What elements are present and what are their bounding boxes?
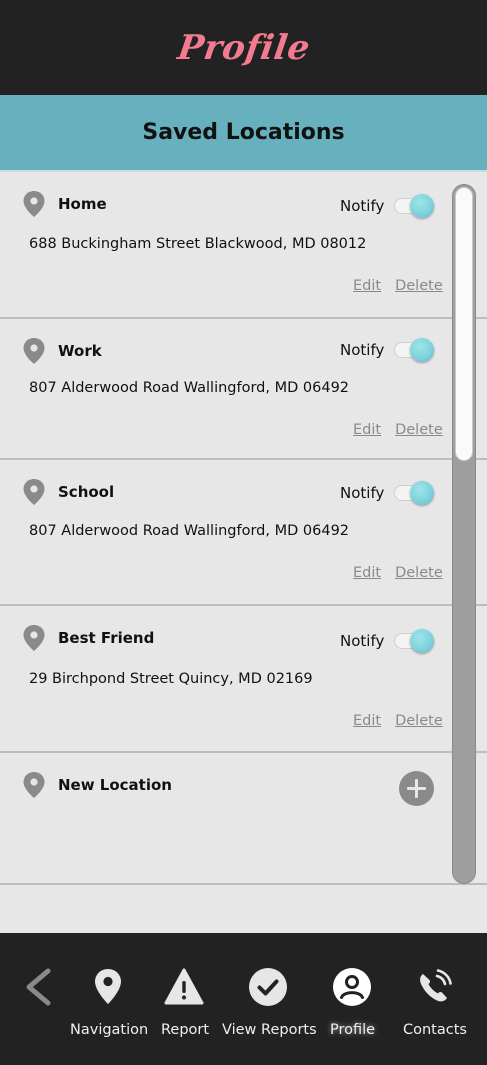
delete-link[interactable]: Delete — [395, 278, 443, 294]
edit-link[interactable]: Edit — [353, 278, 381, 294]
notify-label: Notify — [340, 632, 385, 650]
nav-label: Navigation — [70, 1022, 149, 1038]
location-actions: Edit Delete — [353, 278, 443, 294]
nav-profile[interactable]: Profile — [327, 933, 379, 1065]
list-spacer — [0, 885, 487, 933]
section-title: Saved Locations — [142, 120, 345, 145]
location-address: 29 Birchpond Street Quincy, MD 02169 — [29, 671, 313, 687]
nav-back[interactable] — [18, 933, 60, 1065]
delete-link[interactable]: Delete — [395, 422, 443, 438]
location-card-work: Work Notify 807 Alderwood Road Wallingfo… — [0, 319, 487, 460]
new-location-card[interactable]: New Location — [0, 753, 487, 885]
location-address: 807 Alderwood Road Wallingford, MD 06492 — [29, 380, 350, 396]
location-name: Work — [58, 342, 102, 360]
nav-report[interactable]: Report — [160, 933, 212, 1065]
map-pin-icon — [23, 772, 45, 798]
delete-link[interactable]: Delete — [395, 565, 443, 581]
location-actions: Edit Delete — [353, 713, 443, 729]
warning-icon — [164, 968, 204, 1005]
delete-link[interactable]: Delete — [395, 713, 443, 729]
notify-toggle[interactable] — [394, 481, 438, 505]
location-card-best-friend: Best Friend Notify 29 Birchpond Street Q… — [0, 606, 487, 753]
map-pin-icon — [95, 969, 121, 1004]
nav-contacts[interactable]: Contacts — [399, 933, 469, 1065]
location-card-header: Work — [22, 337, 102, 365]
edit-link[interactable]: Edit — [353, 422, 381, 438]
notify-label: Notify — [340, 197, 385, 215]
location-card-home: Home Notify 688 Buckingham Street Blackw… — [0, 172, 487, 319]
section-header: Saved Locations — [0, 95, 487, 172]
location-actions: Edit Delete — [353, 565, 443, 581]
map-pin-icon — [23, 625, 45, 651]
location-card-header: Best Friend — [22, 624, 154, 652]
map-pin-icon — [23, 191, 45, 217]
location-name: School — [58, 483, 115, 501]
app-header: Profile — [0, 0, 487, 95]
location-actions: Edit Delete — [353, 422, 443, 438]
new-location-label: New Location — [58, 776, 172, 794]
notify-toggle[interactable] — [394, 194, 438, 218]
location-card-header: School — [22, 478, 114, 506]
nav-label: View Reports — [222, 1022, 317, 1038]
notify-label: Notify — [340, 484, 385, 502]
scrollbar-thumb[interactable] — [455, 187, 473, 461]
saved-locations-list[interactable]: Home Notify 688 Buckingham Street Blackw… — [0, 172, 487, 933]
map-pin-icon — [23, 479, 45, 505]
location-address: 807 Alderwood Road Wallingford, MD 06492 — [29, 523, 350, 539]
location-name: Home — [58, 195, 107, 213]
edit-link[interactable]: Edit — [353, 713, 381, 729]
page-title: Profile — [174, 27, 313, 68]
phone-icon — [420, 969, 452, 1002]
notify-toggle[interactable] — [394, 338, 438, 362]
bottom-navigation: Navigation Report View Reports Profile C… — [0, 933, 487, 1065]
check-circle-icon — [249, 968, 287, 1006]
nav-navigation[interactable]: Navigation — [66, 933, 150, 1065]
user-icon — [333, 968, 371, 1006]
edit-link[interactable]: Edit — [353, 565, 381, 581]
map-pin-icon — [23, 338, 45, 364]
back-chevron-icon — [26, 968, 51, 1006]
nav-label: Report — [161, 1022, 210, 1038]
location-address: 688 Buckingham Street Blackwood, MD 0801… — [29, 236, 367, 252]
nav-label: Contacts — [403, 1022, 467, 1038]
app-root: Profile Saved Locations Home Notify 688 … — [0, 0, 487, 1065]
location-card-school: School Notify 807 Alderwood Road Walling… — [0, 460, 487, 606]
notify-toggle[interactable] — [394, 629, 438, 653]
notify-label: Notify — [340, 341, 385, 359]
nav-label: Profile — [330, 1022, 376, 1038]
nav-view-reports[interactable]: View Reports — [220, 933, 317, 1065]
new-location-header: New Location — [22, 771, 172, 799]
location-name: Best Friend — [58, 629, 155, 647]
add-location-button[interactable] — [399, 771, 434, 806]
location-card-header: Home — [22, 190, 107, 218]
